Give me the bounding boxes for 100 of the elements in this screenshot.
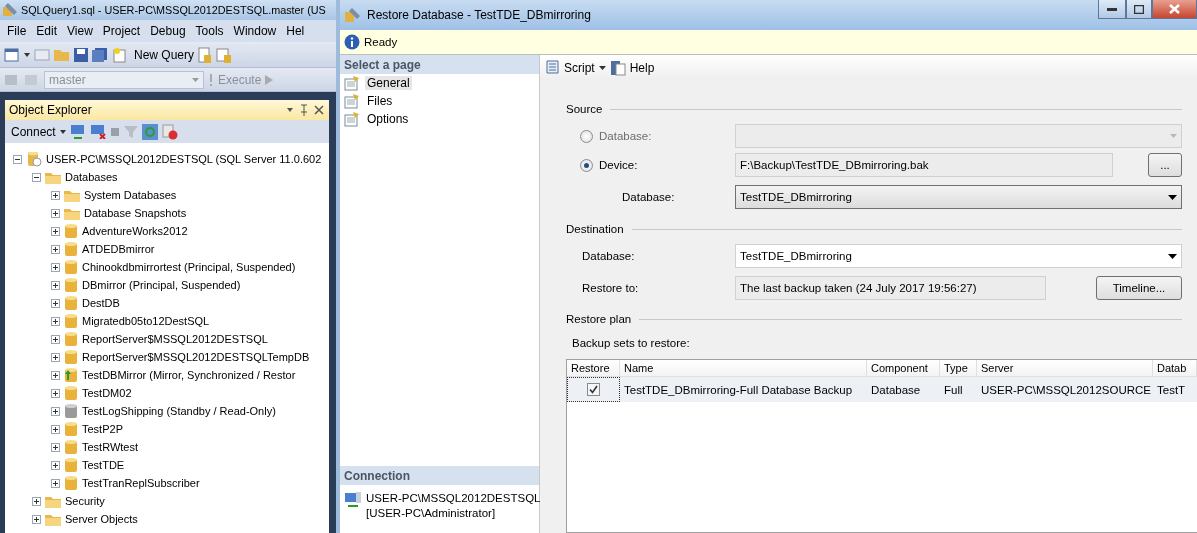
tree-item[interactable]: System Databases <box>84 189 177 201</box>
dropdown-caret-icon[interactable] <box>598 66 606 70</box>
tree-item[interactable]: TestP2P <box>82 423 123 435</box>
close-button[interactable] <box>1152 0 1197 19</box>
script-button[interactable]: Script <box>564 61 595 75</box>
table-cell-text: TestTDE_DBmirroring-Full Database Backup <box>623 382 854 398</box>
file-path-field[interactable]: F:\Backup\TestTDE_DBmirroring.bak <box>735 153 1113 177</box>
tree-item[interactable]: ATDEDBmirror <box>82 243 155 255</box>
database-icon <box>64 439 78 455</box>
database-icon <box>64 421 78 437</box>
connection-info: USER-PC\MSSQL2012DESTSQL [USER-PC\Administrator] <box>366 491 541 521</box>
timeline-button[interactable]: Timeline... <box>1096 276 1182 300</box>
disconnect-icon[interactable] <box>89 124 106 139</box>
page-link[interactable]: Options <box>365 112 411 126</box>
menu-item[interactable]: Edit <box>31 24 63 38</box>
script-cancel-icon[interactable] <box>161 123 178 140</box>
page-link[interactable]: General <box>365 76 412 90</box>
status-text: Ready <box>364 36 398 48</box>
expand-icon[interactable] <box>51 298 60 308</box>
menu-item[interactable]: Window <box>228 24 282 38</box>
expand-icon[interactable] <box>32 496 41 506</box>
restore-to-field[interactable]: The last backup taken (24 July 2017 19:56:27) <box>735 276 1046 300</box>
info-icon <box>344 34 360 50</box>
refresh-icon[interactable] <box>141 123 158 140</box>
column-header[interactable]: Type <box>940 360 977 377</box>
expand-icon[interactable] <box>51 190 60 200</box>
menu-item[interactable]: Tools <box>190 24 229 38</box>
dropdown-caret-icon <box>1168 253 1177 259</box>
tree-item[interactable]: AdventureWorks2012 <box>82 225 188 237</box>
tree-item[interactable]: ReportServer$MSSQL2012DESTSQLTempDB <box>82 351 310 363</box>
new-window-icon[interactable] <box>4 46 20 63</box>
tree-item[interactable]: Security <box>65 495 105 507</box>
tree-item[interactable]: TestRWtest <box>82 441 139 453</box>
tree-item[interactable]: Migratedb05to12DestSQL <box>82 315 210 327</box>
menu-item[interactable]: File <box>2 24 32 38</box>
database-icon <box>64 241 78 257</box>
help-icon[interactable] <box>609 60 626 76</box>
column-header[interactable]: Name <box>620 360 867 377</box>
tree-item[interactable]: Chinookdbmirrortest (Principal, Suspended) <box>82 261 296 273</box>
browse-button[interactable]: ... <box>1148 153 1182 177</box>
field-label: Database: <box>622 191 675 203</box>
section-title: Destination <box>566 223 624 235</box>
expand-icon[interactable] <box>51 352 60 362</box>
expand-icon[interactable] <box>51 460 60 470</box>
expand-icon[interactable] <box>51 370 60 380</box>
expand-icon[interactable] <box>51 424 60 434</box>
database-dropdown[interactable]: TestTDE_DBmirroring <box>735 244 1182 268</box>
save-all-icon[interactable] <box>92 47 108 62</box>
menu-item[interactable]: View <box>62 24 98 38</box>
tree-item[interactable]: TestTranReplSubscriber <box>82 477 200 489</box>
panel-controls-icon[interactable] <box>285 104 325 116</box>
menu-item[interactable]: Debug <box>145 24 191 38</box>
dropdown-caret-icon[interactable] <box>59 129 66 134</box>
tree-item[interactable]: USER-PC\MSSQL2012DESTSQL (SQL Server 11.0.602 <box>46 153 322 165</box>
collapse-icon[interactable] <box>32 172 41 182</box>
column-header[interactable]: Restore <box>567 360 620 377</box>
expand-icon[interactable] <box>51 406 60 416</box>
save-icon[interactable] <box>74 47 88 62</box>
expand-icon[interactable] <box>51 280 60 290</box>
tree-item[interactable]: TestLogShipping (Standby / Read-Only) <box>82 405 276 417</box>
tree-item[interactable]: DestDB <box>82 297 120 309</box>
expand-icon[interactable] <box>51 388 60 398</box>
collapse-icon[interactable] <box>13 154 22 164</box>
expand-icon[interactable] <box>51 262 60 272</box>
expand-icon[interactable] <box>51 208 60 218</box>
dropdown-caret-icon[interactable] <box>24 52 30 57</box>
expand-icon[interactable] <box>51 442 60 452</box>
menu-item[interactable]: Project <box>97 24 146 38</box>
tree-item[interactable]: Database Snapshots <box>84 207 187 219</box>
folder-icon <box>45 494 61 508</box>
maximize-button[interactable] <box>1126 0 1152 19</box>
new-query-button[interactable]: New Query <box>134 47 195 62</box>
checkbox[interactable] <box>587 383 600 396</box>
tree-item[interactable]: TestDM02 <box>82 387 132 399</box>
column-header[interactable]: Server <box>977 360 1153 377</box>
window-title: SQLQuery1.sql - USER-PC\MSSQL2012DESTSQL.master (US <box>21 4 326 16</box>
expand-icon[interactable] <box>32 514 41 524</box>
column-header[interactable]: Datab <box>1153 360 1197 377</box>
tree-item[interactable]: TestDBMirror (Mirror, Synchronized / Restor <box>82 369 296 381</box>
menu-item[interactable]: Hel <box>281 24 310 38</box>
expand-icon[interactable] <box>51 316 60 326</box>
tree-item[interactable]: Server Objects <box>65 513 138 525</box>
database-icon <box>64 223 78 239</box>
database-dropdown[interactable]: TestTDE_DBmirroring <box>735 185 1182 209</box>
database-icon <box>64 259 78 275</box>
minimize-button[interactable] <box>1098 0 1126 19</box>
column-header[interactable]: Component <box>867 360 940 377</box>
connect-button[interactable]: Connect <box>11 124 56 139</box>
radio-button[interactable] <box>580 158 593 172</box>
tree-item[interactable]: Databases <box>65 171 118 183</box>
tree-item[interactable]: TestTDE <box>82 459 125 471</box>
expand-icon[interactable] <box>51 226 60 236</box>
help-button[interactable]: Help <box>629 61 655 75</box>
expand-icon[interactable] <box>51 334 60 344</box>
tree-item[interactable]: ReportServer$MSSQL2012DESTSQL <box>82 333 268 345</box>
expand-icon[interactable] <box>51 478 60 488</box>
tree-item[interactable]: DBmirror (Principal, Suspended) <box>82 279 241 291</box>
expand-icon[interactable] <box>51 244 60 254</box>
page-link[interactable]: Files <box>365 94 395 108</box>
close-icon <box>1169 4 1180 14</box>
